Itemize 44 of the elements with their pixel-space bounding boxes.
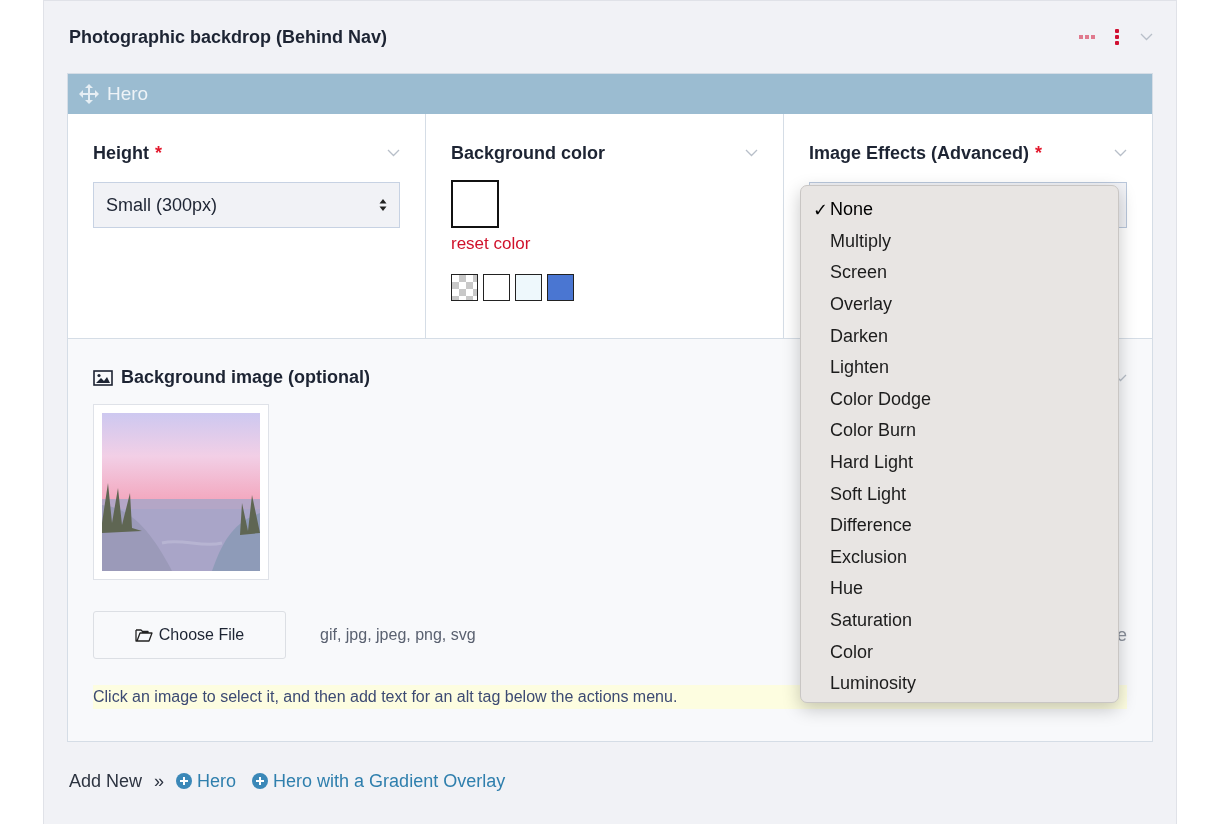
color-swatch[interactable]	[547, 274, 574, 301]
menu-option[interactable]: Color Burn	[801, 415, 1118, 447]
menu-option[interactable]: Difference	[801, 509, 1118, 542]
color-swatch[interactable]	[515, 274, 542, 301]
file-types-text: gif, jpg, jpeg, png, svg	[320, 626, 476, 644]
transparent-swatch[interactable]	[451, 274, 478, 301]
field-label: Background color	[451, 142, 606, 164]
menu-option[interactable]: Color Dodge	[801, 383, 1118, 416]
menu-option[interactable]: Saturation	[801, 604, 1118, 637]
field-label: Height	[93, 142, 149, 164]
height-select[interactable]: Small (300px)	[93, 182, 400, 228]
choose-file-button[interactable]: Choose File	[93, 611, 286, 659]
folder-icon	[134, 628, 153, 642]
image-icon	[93, 369, 113, 386]
menu-option[interactable]: Soft Light	[801, 478, 1118, 510]
section-heading: Background image (optional)	[121, 367, 370, 388]
menu-option[interactable]: Lighten	[801, 351, 1118, 384]
menu-option[interactable]: Overlay	[801, 288, 1118, 321]
sort-arrows-icon	[379, 198, 387, 212]
field-label: Image Effects (Advanced)	[809, 142, 1030, 164]
menu-option[interactable]: Multiply	[801, 225, 1118, 258]
add-new-label: Add New	[69, 770, 143, 792]
add-block-link[interactable]: Hero with a Gradient Overlay	[252, 770, 506, 792]
kebab-menu-icon[interactable]	[1115, 29, 1120, 45]
menu-option[interactable]: Exclusion	[801, 541, 1118, 574]
plus-circle-icon	[252, 773, 269, 789]
color-swatch[interactable]	[483, 274, 510, 301]
section-title: Photographic backdrop (Behind Nav)	[69, 26, 388, 48]
menu-option[interactable]: ✓None	[801, 194, 1118, 226]
menu-option[interactable]: Hue	[801, 573, 1118, 605]
separator: »	[154, 770, 165, 792]
menu-option[interactable]: Darken	[801, 320, 1118, 352]
add-block-link[interactable]: Hero	[176, 770, 237, 792]
menu-option[interactable]: Hard Light	[801, 446, 1118, 479]
block-title: Hero	[107, 83, 149, 105]
required-mark: *	[1035, 142, 1043, 164]
reset-color-link[interactable]: reset color	[451, 234, 531, 254]
more-icon[interactable]	[1079, 34, 1095, 40]
image-thumbnail[interactable]	[93, 404, 269, 580]
plus-circle-icon	[176, 773, 193, 789]
menu-option[interactable]: Screen	[801, 257, 1118, 289]
color-preview[interactable]	[451, 180, 499, 228]
menu-option[interactable]: Color	[801, 636, 1118, 668]
required-mark: *	[155, 142, 162, 164]
